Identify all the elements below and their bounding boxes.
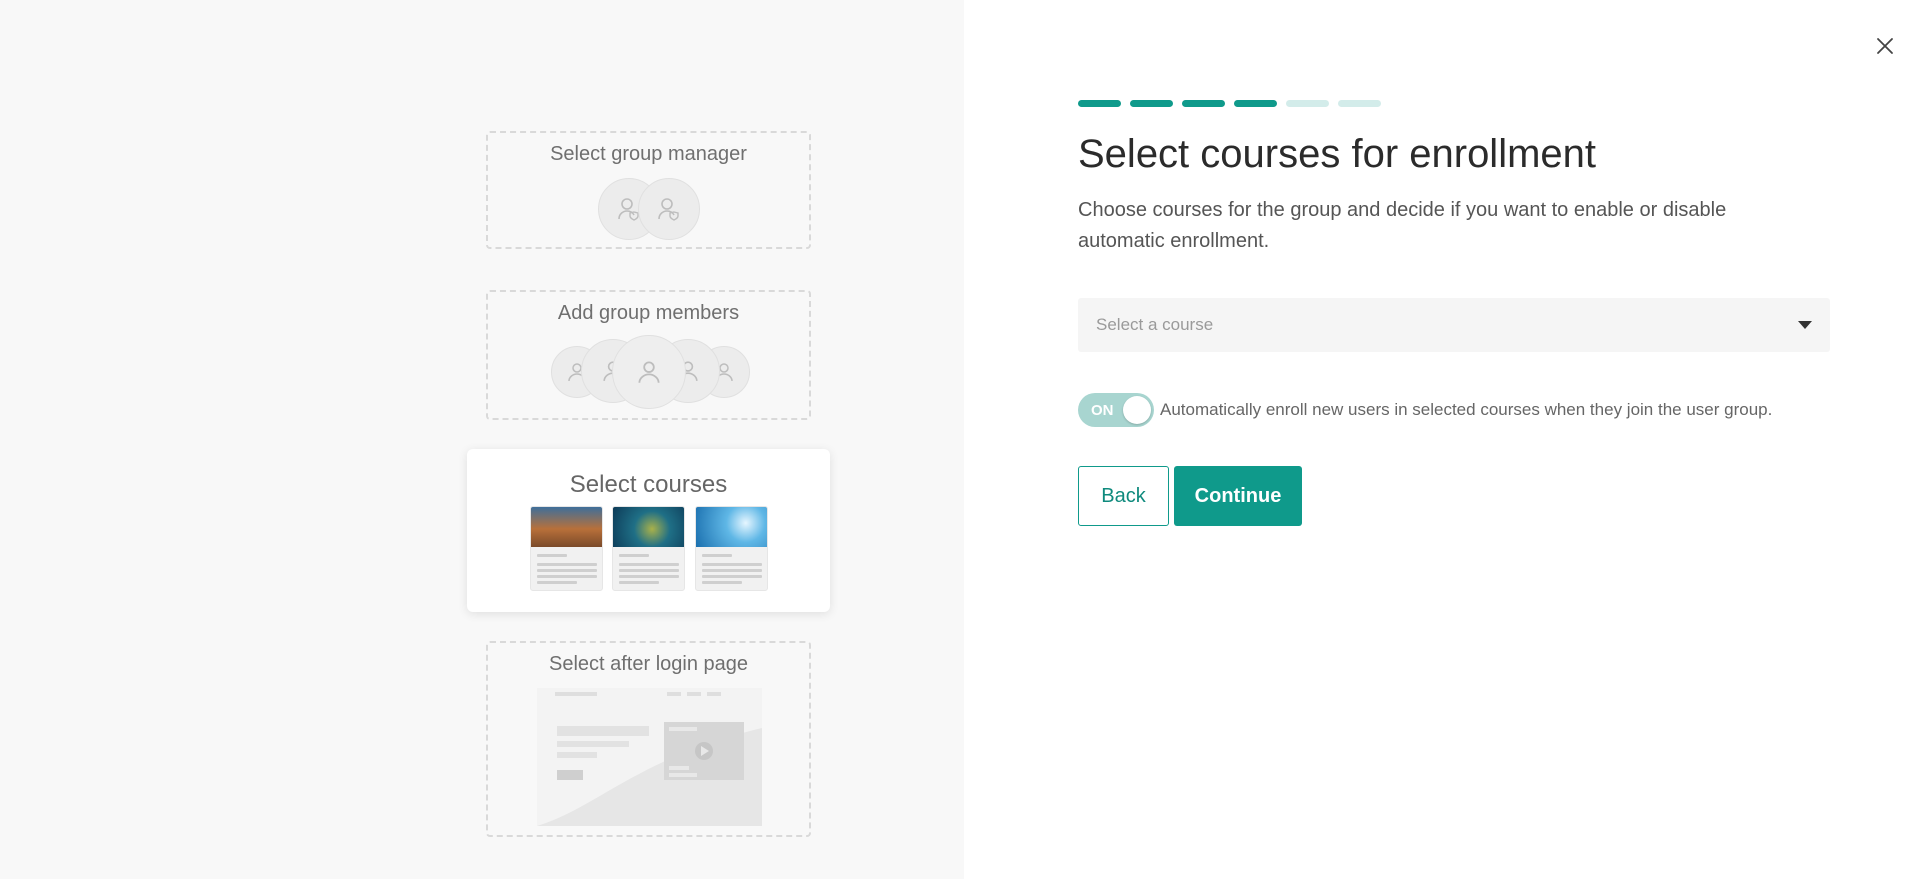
close-icon bbox=[1877, 38, 1893, 54]
step-title: Select after login page bbox=[548, 653, 749, 675]
course-select-placeholder: Select a course bbox=[1096, 315, 1214, 334]
course-select[interactable]: Select a course bbox=[1078, 298, 1830, 352]
login-page-preview-illustration bbox=[537, 688, 762, 826]
step-card-group-members: Add group members bbox=[486, 290, 811, 420]
member-avatar-icon bbox=[612, 335, 686, 409]
course-thumbnail bbox=[612, 506, 685, 591]
step-title: Select group manager bbox=[550, 143, 747, 165]
step-card-group-manager: Select group manager bbox=[486, 131, 811, 249]
steps-panel: Select group manager Add group members S… bbox=[0, 0, 964, 879]
progress-segment bbox=[1234, 100, 1277, 107]
progress-segment bbox=[1182, 100, 1225, 107]
progress-segment bbox=[1338, 100, 1381, 107]
step-title: Add group members bbox=[557, 302, 740, 324]
progress-segment bbox=[1078, 100, 1121, 107]
auto-enroll-toggle[interactable]: ON bbox=[1078, 393, 1154, 427]
step-card-after-login-page: Select after login page bbox=[486, 641, 811, 837]
auto-enroll-row: ON Automatically enroll new users in sel… bbox=[1078, 393, 1772, 427]
manager-avatar-icon bbox=[638, 178, 700, 240]
auto-enroll-label: Automatically enroll new users in select… bbox=[1160, 400, 1773, 419]
toggle-state-label: ON bbox=[1091, 402, 1114, 419]
step-card-select-courses: Select courses bbox=[467, 449, 830, 612]
progress-segment bbox=[1286, 100, 1329, 107]
caret-down-icon bbox=[1798, 321, 1812, 329]
toggle-knob bbox=[1123, 396, 1151, 424]
continue-button[interactable]: Continue bbox=[1174, 466, 1302, 526]
course-thumbnail bbox=[530, 506, 603, 591]
close-button[interactable] bbox=[1872, 33, 1898, 59]
step-title: Select courses bbox=[569, 471, 728, 498]
course-thumbnail bbox=[695, 506, 768, 591]
wizard-progress bbox=[1078, 100, 1381, 107]
page-title: Select courses for enrollment bbox=[1078, 132, 1597, 176]
progress-segment bbox=[1130, 100, 1173, 107]
page-description: Choose courses for the group and decide … bbox=[1078, 199, 1727, 252]
back-button[interactable]: Back bbox=[1078, 466, 1169, 526]
